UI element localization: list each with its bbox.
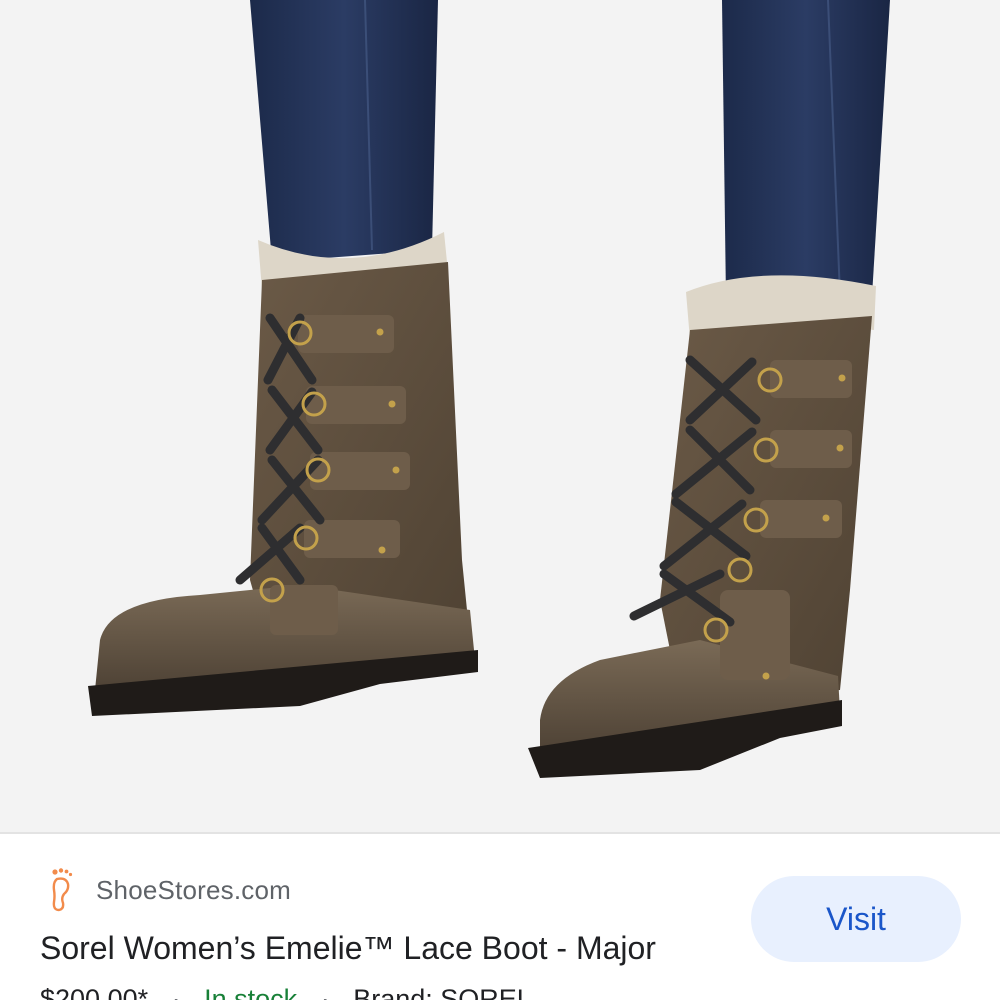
price: $200.00* bbox=[40, 984, 149, 1000]
visit-button[interactable]: Visit bbox=[751, 876, 961, 962]
separator-dot: · bbox=[171, 984, 181, 1000]
source-row[interactable]: ShoeStores.com bbox=[48, 864, 291, 916]
screen: ShoeStores.com Sorel Women’s Emelie™ Lac… bbox=[0, 0, 1000, 1000]
product-image[interactable] bbox=[0, 0, 1000, 834]
result-info-panel: ShoeStores.com Sorel Women’s Emelie™ Lac… bbox=[0, 834, 1000, 1000]
meta-row: $200.00* · In stock · Brand: SOREL bbox=[40, 984, 532, 1000]
separator-dot: · bbox=[320, 984, 330, 1000]
footprint-icon bbox=[52, 868, 73, 912]
product-title[interactable]: Sorel Women’s Emelie™ Lace Boot - Major bbox=[40, 930, 656, 967]
left-boot bbox=[88, 232, 478, 716]
source-name[interactable]: ShoeStores.com bbox=[96, 875, 291, 906]
brand: Brand: SOREL bbox=[353, 984, 532, 1000]
right-boot bbox=[528, 275, 876, 778]
stock-status: In stock bbox=[204, 984, 298, 1000]
boots-illustration bbox=[88, 0, 890, 778]
